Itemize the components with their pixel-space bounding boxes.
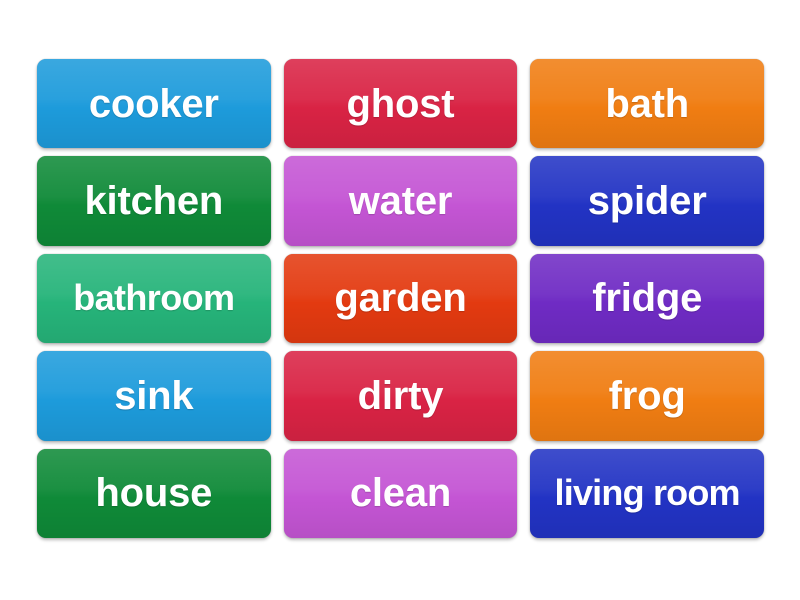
word-card-label: garden bbox=[334, 276, 467, 321]
word-card-label: ghost bbox=[346, 81, 455, 126]
word-card-label: living room bbox=[554, 472, 741, 514]
word-card[interactable]: living room bbox=[530, 448, 764, 538]
word-card[interactable]: house bbox=[37, 448, 271, 538]
word-card[interactable]: water bbox=[283, 156, 518, 246]
word-card-label: dirty bbox=[357, 373, 444, 418]
word-card-label: fridge bbox=[592, 276, 703, 321]
word-card[interactable]: frog bbox=[530, 351, 764, 441]
word-card-label: bathroom bbox=[73, 277, 235, 319]
word-card-label: frog bbox=[608, 373, 686, 418]
word-card[interactable]: ghost bbox=[283, 59, 518, 149]
word-card[interactable]: kitchen bbox=[37, 156, 271, 246]
word-card[interactable]: fridge bbox=[530, 253, 764, 344]
word-card[interactable]: bathroom bbox=[37, 253, 271, 344]
word-card-label: bath bbox=[605, 81, 689, 126]
word-card[interactable]: cooker bbox=[37, 59, 271, 149]
word-card[interactable]: garden bbox=[283, 253, 518, 344]
word-card[interactable]: sink bbox=[37, 351, 271, 441]
word-card-grid: cooker ghost bath kitchen water spider bathroo… bbox=[37, 59, 764, 538]
word-card-label: clean bbox=[349, 471, 452, 516]
word-card-label: kitchen bbox=[84, 179, 224, 224]
word-card-label: house bbox=[95, 471, 213, 516]
word-card-label: cooker bbox=[88, 81, 219, 126]
word-card-label: spider bbox=[587, 179, 707, 224]
word-card-label: water bbox=[348, 179, 453, 224]
word-card-label: sink bbox=[114, 373, 194, 418]
word-card[interactable]: clean bbox=[283, 448, 518, 538]
word-card[interactable]: bath bbox=[530, 59, 764, 149]
word-card[interactable]: spider bbox=[530, 156, 764, 246]
word-card[interactable]: dirty bbox=[283, 351, 518, 441]
